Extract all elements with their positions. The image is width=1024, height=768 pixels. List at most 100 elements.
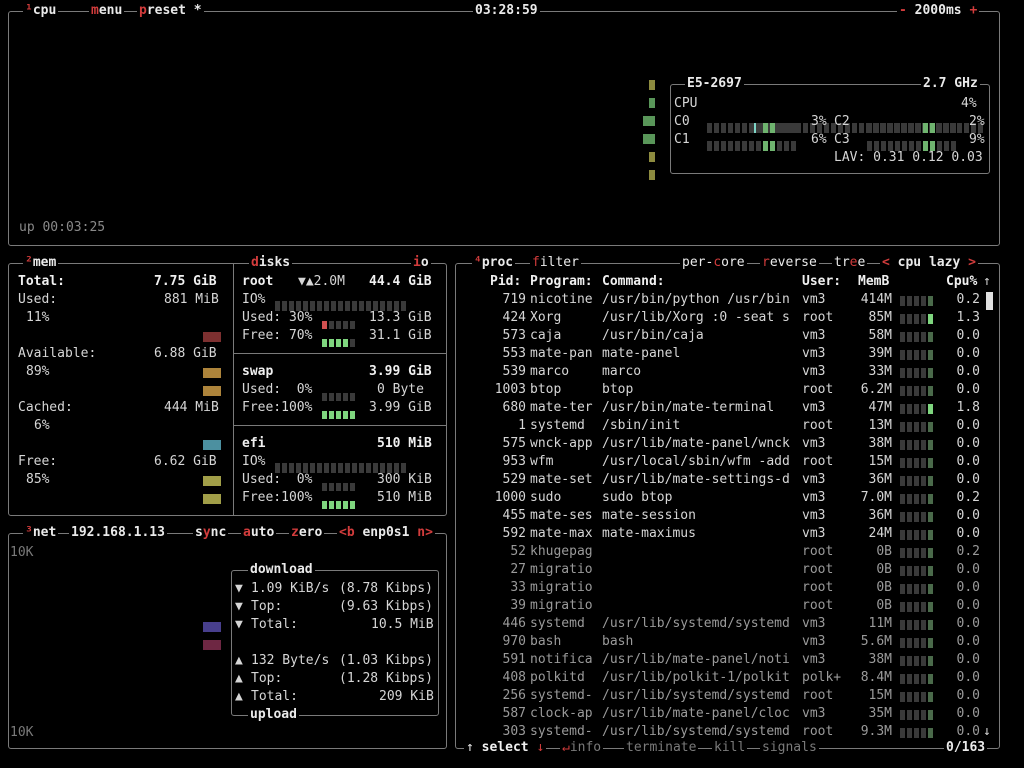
table-row[interactable]: 1000 sudo sudo btop vm3 7.0M 0.2: [456, 489, 980, 507]
col-user[interactable]: User:: [802, 273, 841, 291]
proc-mem: 24M: [868, 526, 892, 541]
table-row[interactable]: 575 wnck-app/usr/lib/mate-panel/wnck vm3 38…: [456, 435, 980, 453]
proc-command: mate-maximus: [602, 526, 696, 541]
table-row[interactable]: 424 Xorg/usr/lib/Xorg :0 -seat s root 85M 1.…: [456, 309, 980, 327]
table-row[interactable]: 529 mate-set/usr/lib/mate-settings-d vm3 36…: [456, 471, 980, 489]
select-label: select: [481, 740, 529, 755]
table-row[interactable]: 455 mate-ses mate-session vm3 36M 0.0: [456, 507, 980, 525]
proc-cpu-meter: [900, 673, 935, 688]
col-cpu[interactable]: Cpu%: [946, 273, 977, 291]
proc-footer-select[interactable]: ↑ select ↓: [464, 739, 547, 757]
proc-reverse-toggle[interactable]: reverse: [760, 254, 819, 272]
proc-mem: 47M: [868, 400, 892, 415]
core-c0-pct: 3%: [811, 114, 827, 129]
table-row[interactable]: 953 wfm/usr/local/sbin/wfm -add root 15M 0.0: [456, 453, 980, 471]
proc-box-header[interactable]: ⁴proc: [472, 254, 516, 272]
proc-sort-selector[interactable]: < cpu lazy >: [880, 254, 978, 272]
net-zero-toggle[interactable]: zero: [289, 524, 325, 542]
proc-mem: 11M: [868, 616, 892, 631]
net-sync-toggle[interactable]: sync: [193, 524, 229, 542]
proc-tree-toggle[interactable]: tree: [832, 254, 868, 272]
preset-button[interactable]: preset *: [137, 2, 204, 20]
proc-mem: 39M: [868, 346, 892, 361]
table-row[interactable]: 1003 btop btop root 6.2M 0.0: [456, 381, 980, 399]
proc-cpu-meter: [900, 601, 935, 616]
proc-kill-button[interactable]: kill: [712, 739, 748, 757]
net-interface-selector[interactable]: <b enp0s1 n>: [337, 524, 435, 542]
sort-next-button[interactable]: >: [968, 255, 976, 270]
interval-decrease-button[interactable]: -: [899, 3, 907, 18]
proc-signals-button[interactable]: signals: [760, 739, 819, 757]
proc-info-button[interactable]: ↵info: [560, 739, 604, 757]
proc-terminate-button[interactable]: terminate: [624, 739, 699, 757]
proc-user: root: [802, 598, 834, 613]
proc-program: btop: [530, 382, 562, 397]
proc-box: ⁴proc filter per-core reverse tree < cpu…: [455, 254, 1000, 757]
disk-efi-free-meter: [322, 493, 357, 511]
table-row[interactable]: 573 caja/usr/bin/caja vm3 58M 0.0: [456, 327, 980, 345]
table-row[interactable]: 408 polkitd/usr/lib/polkit-1/polkit polk+ 8…: [456, 669, 980, 688]
table-row[interactable]: 680 mate-ter/usr/bin/mate-terminal vm3 47M 1…: [456, 399, 980, 417]
table-row[interactable]: 970 bash bash vm3 5.6M 0.0: [456, 633, 980, 651]
table-row[interactable]: 446 systemd/usr/lib/systemd/systemd vm3 11M…: [456, 615, 980, 634]
proc-mem: 36M: [868, 472, 892, 487]
upload-top-value: (1.28 Kibps): [339, 671, 433, 686]
disk-efi-used-label: Used: 0%: [242, 472, 313, 487]
proc-cpu: 0.0: [956, 526, 980, 541]
net-prev-interface-button[interactable]: <b: [339, 525, 355, 540]
menu-button[interactable]: menu: [89, 2, 125, 20]
col-program[interactable]: Program:: [530, 273, 593, 291]
scroll-up-arrow[interactable]: ↑: [983, 273, 991, 291]
net-shortcut-number: ³: [25, 525, 33, 540]
col-memb[interactable]: MemB: [858, 273, 889, 291]
proc-cpu-meter: [900, 619, 935, 634]
sort-prev-button[interactable]: <: [882, 255, 890, 270]
scrollbar-thumb[interactable]: [986, 292, 993, 310]
table-row[interactable]: 539 marco marco vm3 33M 0.0: [456, 363, 980, 381]
io-toggle[interactable]: io: [411, 254, 431, 272]
proc-mem: 414M: [860, 292, 892, 307]
proc-pid: 587: [502, 706, 526, 721]
proc-user: vm3: [802, 292, 826, 307]
table-row[interactable]: 27 migratio root 0B 0.0: [456, 561, 980, 579]
proc-command: /usr/lib/Xorg :0 -seat s: [602, 310, 790, 325]
download-arrow-icon: ▼: [235, 581, 243, 596]
cpu-box-title[interactable]: cpu: [33, 3, 56, 18]
disk-efi-used-meter: [322, 475, 357, 493]
table-row[interactable]: 39 migratio root 0B 0.0: [456, 597, 980, 616]
table-row[interactable]: 256 systemd- /usr/lib/systemd/systemd root 1…: [456, 687, 980, 705]
col-command[interactable]: Command:: [602, 273, 665, 291]
proc-filter-button[interactable]: filter: [530, 254, 581, 272]
col-pid[interactable]: Pid:: [490, 273, 521, 291]
net-auto-toggle[interactable]: auto: [241, 524, 277, 542]
proc-pid: 1003: [494, 382, 526, 397]
proc-mem: 8.4M: [860, 670, 892, 685]
disks-title[interactable]: disks: [249, 254, 293, 272]
table-row[interactable]: 52 khugepag root 0B 0.2: [456, 543, 980, 561]
table-row[interactable]: 592 mate-max mate-maximus vm3 24M 0.0: [456, 525, 980, 543]
mem-box-header[interactable]: ²mem: [23, 254, 59, 272]
interval-control[interactable]: - 2000ms +: [897, 2, 980, 20]
proc-pid: 575: [502, 436, 526, 451]
net-box-header[interactable]: ³net: [23, 524, 59, 542]
net-next-interface-button[interactable]: n>: [417, 525, 433, 540]
uptime: up 00:03:25: [19, 220, 106, 235]
disk-root-io-label: IO%: [242, 292, 266, 307]
interval-increase-button[interactable]: +: [969, 3, 977, 18]
proc-user: vm3: [802, 616, 826, 631]
table-row[interactable]: 553 mate-pan mate-panel vm3 39M 0.0: [456, 345, 980, 363]
proc-mem: 38M: [868, 652, 892, 667]
table-row[interactable]: 33 migratio root 0B 0.0: [456, 579, 980, 597]
proc-program: bash: [530, 634, 562, 649]
cpu-total-label: CPU: [674, 96, 698, 111]
table-row[interactable]: 587 clock-ap/usr/lib/mate-panel/cloc vm3 35…: [456, 705, 980, 723]
proc-user: vm3: [802, 526, 826, 541]
table-row[interactable]: 591 notifica/usr/lib/mate-panel/noti vm3 38…: [456, 651, 980, 669]
download-arrow-icon: ▼: [235, 617, 243, 632]
upload-top-label: Top:: [251, 671, 283, 686]
proc-per-core-toggle[interactable]: per-core: [680, 254, 747, 272]
table-row[interactable]: 1 systemd/sbin/init root 13M 0.0: [456, 417, 980, 435]
select-down-arrow-icon[interactable]: ↓: [536, 740, 544, 755]
table-row[interactable]: 719 nicotine/usr/bin/python /usr/bin vm3 41…: [456, 291, 980, 309]
select-up-arrow-icon[interactable]: ↑: [466, 740, 474, 755]
